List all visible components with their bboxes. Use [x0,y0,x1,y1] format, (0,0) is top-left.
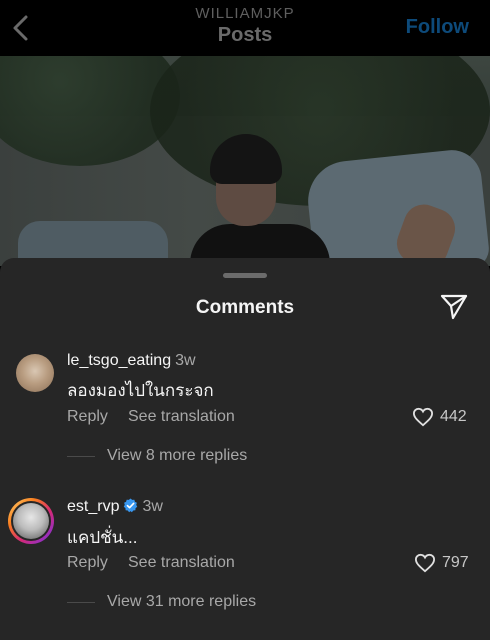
like-count: 442 [440,408,467,425]
comment-username[interactable]: est_rvp [67,498,119,515]
avatar[interactable] [8,498,54,544]
send-icon[interactable] [439,293,469,321]
avatar[interactable] [16,354,54,392]
heart-icon[interactable] [412,407,434,427]
view-more-replies[interactable]: View 31 more replies [107,593,256,611]
sheet-title: Comments [195,297,295,318]
comment-time: 3w [175,352,196,369]
drag-handle[interactable] [223,273,267,278]
comments-sheet: Comments le_tsgo_eating 3w ลองมองไปในกระจ… [0,258,490,640]
see-translation-link[interactable]: See translation [128,408,235,426]
heart-icon[interactable] [414,553,436,573]
view-more-replies[interactable]: View 8 more replies [107,447,247,465]
like-count: 797 [442,554,469,571]
reply-button[interactable]: Reply [67,554,108,572]
follow-button[interactable]: Follow [406,16,469,39]
post-photo [0,56,490,266]
reply-button[interactable]: Reply [67,408,108,426]
top-bar: WILLIAMJKP Posts Follow [0,0,490,56]
comment-text: ลองมองไปในกระจก [67,381,214,400]
replies-divider [67,456,95,457]
comment-username[interactable]: le_tsgo_eating [67,352,171,369]
comment-time: 3w [142,498,163,515]
comment-text: แคปชั่น... [67,528,138,547]
verified-badge-icon [124,498,138,513]
see-translation-link[interactable]: See translation [128,554,235,572]
replies-divider [67,602,95,603]
